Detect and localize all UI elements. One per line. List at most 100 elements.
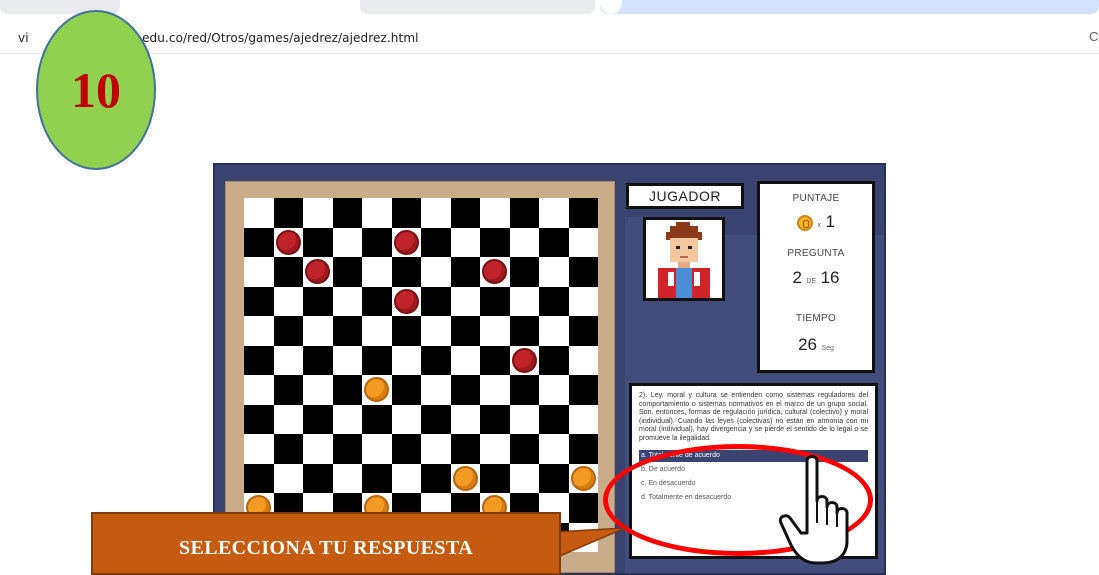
board-square[interactable] (273, 286, 303, 316)
board-square[interactable] (362, 316, 392, 346)
board-square[interactable] (244, 286, 274, 316)
board-square[interactable] (568, 404, 598, 434)
board-square[interactable] (568, 463, 598, 493)
board-square[interactable] (273, 227, 303, 257)
board-square[interactable] (509, 345, 539, 375)
board-square[interactable] (391, 316, 421, 346)
board-square[interactable] (539, 345, 569, 375)
board-square[interactable] (332, 227, 362, 257)
board-square[interactable] (244, 227, 274, 257)
board-square[interactable] (539, 257, 569, 287)
board-square[interactable] (421, 434, 451, 464)
board-square[interactable] (421, 286, 451, 316)
board-square[interactable] (332, 404, 362, 434)
board-square[interactable] (480, 316, 510, 346)
board-square[interactable] (244, 198, 274, 228)
board-square[interactable] (539, 463, 569, 493)
board-square[interactable] (332, 257, 362, 287)
board-square[interactable] (332, 375, 362, 405)
board-square[interactable] (362, 257, 392, 287)
board-square[interactable] (509, 286, 539, 316)
board-square[interactable] (421, 375, 451, 405)
board-square[interactable] (303, 227, 333, 257)
board-square[interactable] (480, 227, 510, 257)
orange-checker-piece[interactable] (364, 377, 389, 402)
board-square[interactable] (273, 345, 303, 375)
board-square[interactable] (539, 404, 569, 434)
board-square[interactable] (303, 404, 333, 434)
board-square[interactable] (332, 434, 362, 464)
board-square[interactable] (421, 463, 451, 493)
board-square[interactable] (509, 198, 539, 228)
board-square[interactable] (303, 463, 333, 493)
board-square[interactable] (362, 227, 392, 257)
address-bar[interactable]: vi ca.edu.co/red/Otros/games/ajedrez/aje… (0, 22, 1099, 54)
board-square[interactable] (539, 286, 569, 316)
board-square[interactable] (450, 316, 480, 346)
board-square[interactable] (539, 375, 569, 405)
board-square[interactable] (480, 375, 510, 405)
board-square[interactable] (509, 316, 539, 346)
board-square[interactable] (244, 345, 274, 375)
board-square[interactable] (480, 345, 510, 375)
board-square[interactable] (273, 257, 303, 287)
browser-tab[interactable] (360, 0, 595, 14)
board-square[interactable] (362, 463, 392, 493)
board-square[interactable] (391, 345, 421, 375)
board-square[interactable] (362, 434, 392, 464)
board-square[interactable] (332, 198, 362, 228)
url-text[interactable]: ca.edu.co/red/Otros/games/ajedrez/ajedre… (124, 31, 419, 45)
board-square[interactable] (273, 463, 303, 493)
board-square[interactable] (568, 375, 598, 405)
board-square[interactable] (480, 198, 510, 228)
board-square[interactable] (480, 286, 510, 316)
board-square[interactable] (362, 198, 392, 228)
board-square[interactable] (480, 404, 510, 434)
url-text-start[interactable]: vi (18, 31, 29, 45)
board-square[interactable] (421, 198, 451, 228)
board-square[interactable] (303, 198, 333, 228)
board-square[interactable] (391, 227, 421, 257)
board-square[interactable] (391, 257, 421, 287)
board-square[interactable] (362, 375, 392, 405)
board-square[interactable] (421, 257, 451, 287)
board-square[interactable] (244, 434, 274, 464)
board-square[interactable] (450, 345, 480, 375)
board-square[interactable] (509, 375, 539, 405)
board-square[interactable] (568, 434, 598, 464)
board-square[interactable] (244, 463, 274, 493)
board-square[interactable] (391, 463, 421, 493)
board-square[interactable] (568, 316, 598, 346)
board-square[interactable] (391, 434, 421, 464)
board-square[interactable] (509, 257, 539, 287)
browser-action-icon[interactable]: C (1089, 29, 1098, 44)
red-checker-piece[interactable] (482, 259, 507, 284)
red-checker-piece[interactable] (511, 347, 537, 373)
red-checker-piece[interactable] (393, 229, 419, 255)
board-square[interactable] (421, 404, 451, 434)
board-square[interactable] (450, 198, 480, 228)
orange-checker-piece[interactable] (570, 465, 596, 491)
board-square[interactable] (362, 345, 392, 375)
board-square[interactable] (244, 404, 274, 434)
board-square[interactable] (303, 434, 333, 464)
board-square[interactable] (362, 286, 392, 316)
board-square[interactable] (568, 198, 598, 228)
board-square[interactable] (509, 404, 539, 434)
browser-tab-active[interactable] (600, 0, 1099, 14)
board-square[interactable] (332, 286, 362, 316)
board-square[interactable] (332, 316, 362, 346)
board-square[interactable] (539, 198, 569, 228)
board-square[interactable] (450, 286, 480, 316)
board-square[interactable] (303, 286, 333, 316)
orange-checker-piece[interactable] (452, 465, 478, 491)
board-square[interactable] (273, 198, 303, 228)
board-square[interactable] (421, 227, 451, 257)
board-square[interactable] (568, 493, 598, 523)
board-square[interactable] (303, 375, 333, 405)
board-square[interactable] (450, 434, 480, 464)
board-square[interactable] (273, 375, 303, 405)
red-checker-piece[interactable] (393, 288, 419, 314)
board-square[interactable] (539, 434, 569, 464)
board-square[interactable] (244, 257, 274, 287)
